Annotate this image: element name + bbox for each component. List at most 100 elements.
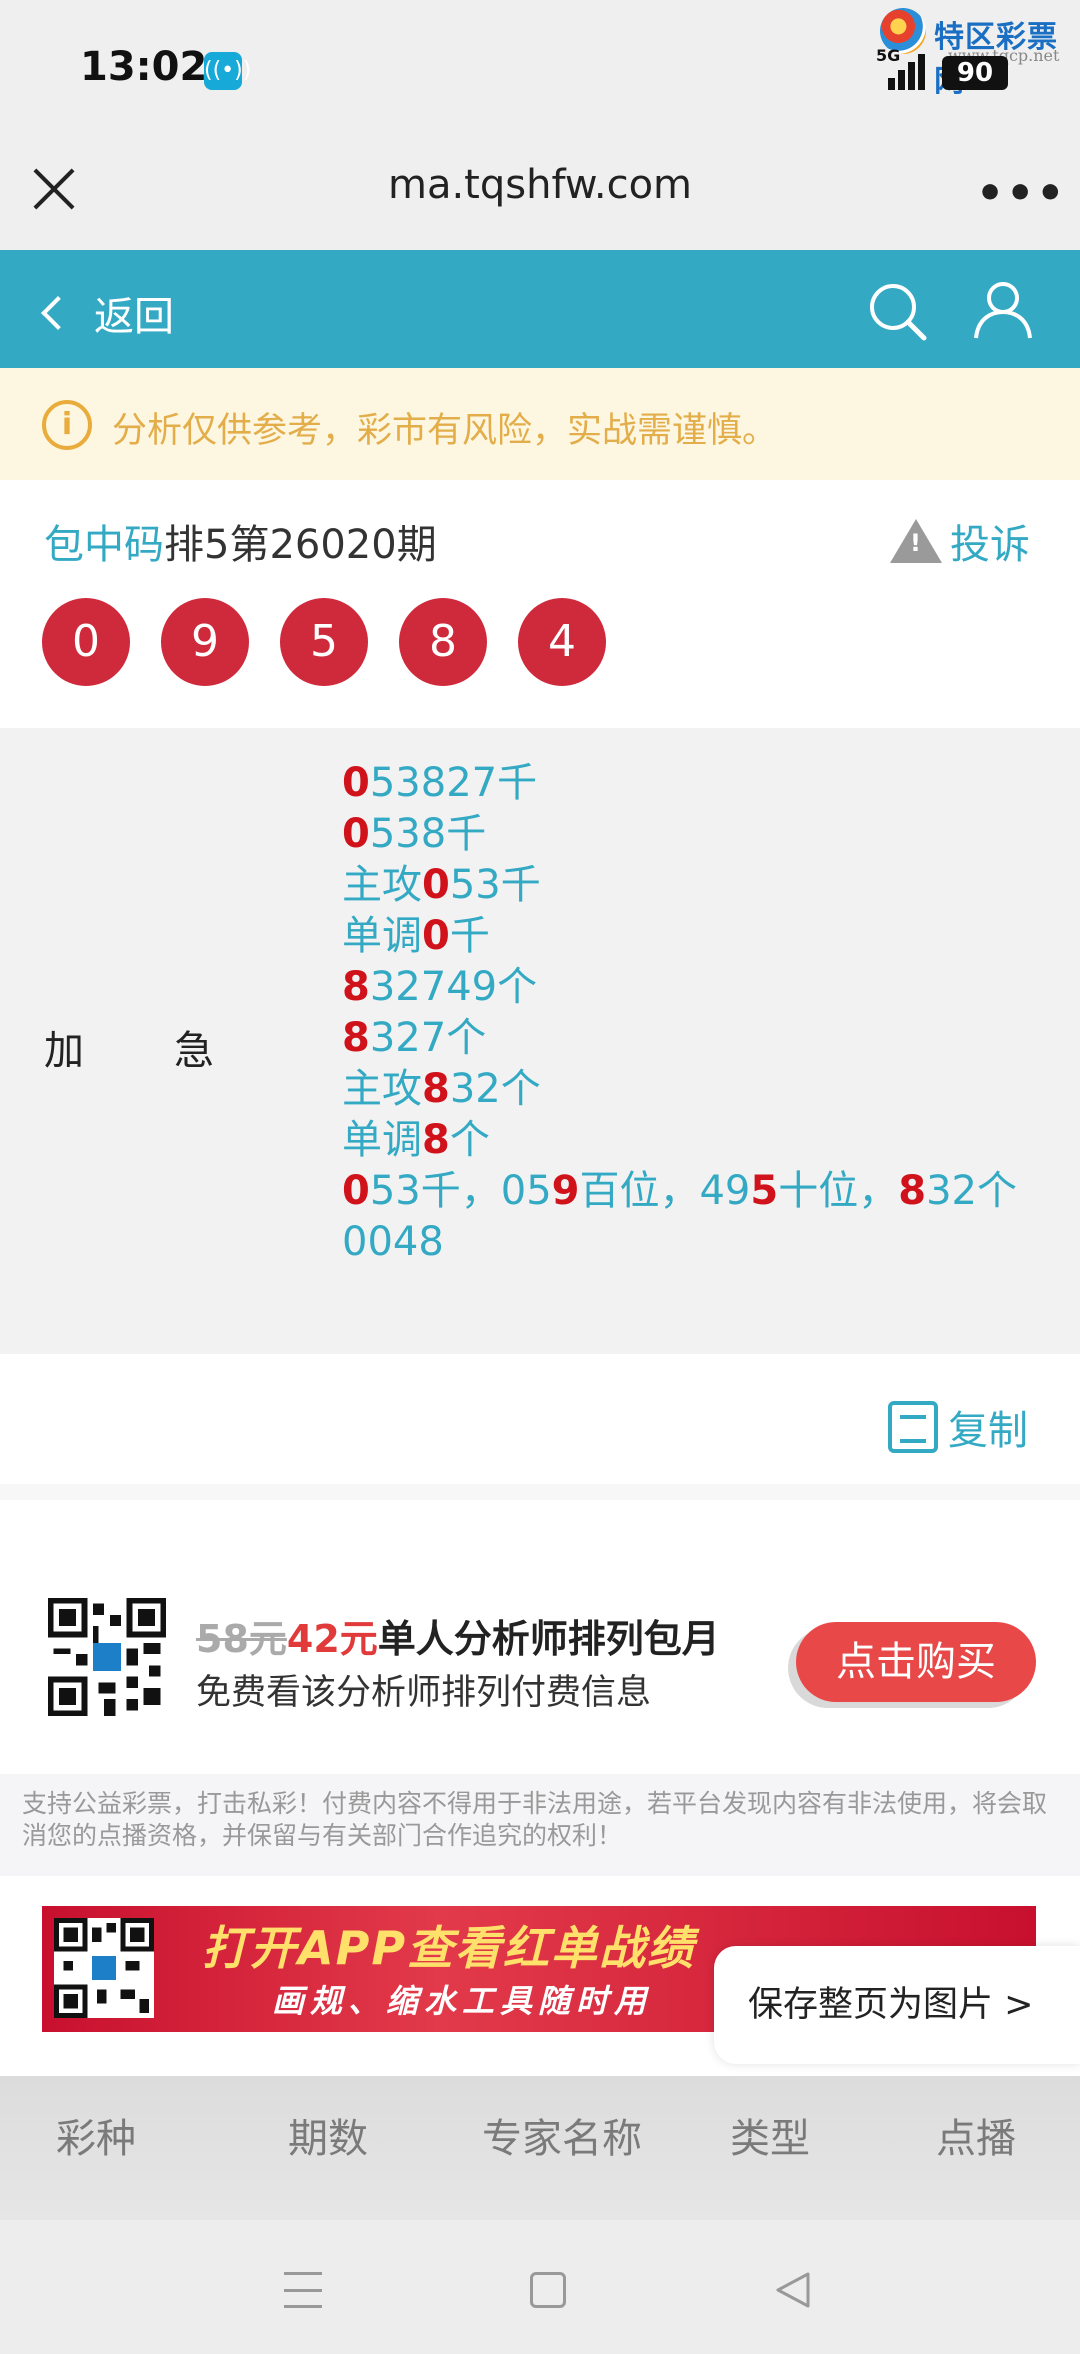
highlight-digit: 9 xyxy=(551,1168,580,1214)
promo-subtitle: 免费看该分析师排列付费信息 xyxy=(196,1673,652,1713)
status-bar: 13:02 ((•)) 特区彩票网 www.tqcp.net 5G 90 xyxy=(0,0,1080,140)
prediction-line: 单调0千 xyxy=(342,911,1022,962)
table-header: 彩种 期数 专家名称 类型 点播 xyxy=(0,2076,1080,2220)
title-issue: 排5第26020期 xyxy=(164,522,437,568)
copy-label: 复制 xyxy=(948,1408,1028,1454)
buy-button[interactable]: 点击购买 xyxy=(796,1622,1036,1702)
number-ball: 0 xyxy=(42,598,130,686)
battery-indicator: 90 xyxy=(942,56,1008,90)
line-text: 单调 xyxy=(342,913,422,959)
more-options-icon[interactable]: ••• xyxy=(976,168,1066,219)
line-text: 538千 xyxy=(369,811,487,857)
line-text: 百位，49 xyxy=(579,1168,751,1214)
highlight-digit: 0 xyxy=(422,862,450,908)
detail-label: 加 xyxy=(44,1028,84,1074)
qr-code-icon xyxy=(54,1918,154,2018)
back-label: 返回 xyxy=(94,294,174,340)
promo-title-text: 单人分析师排列包月 xyxy=(377,1617,720,1661)
info-icon: i xyxy=(42,400,92,450)
banner-headline: 打开APP查看红单战绩 xyxy=(202,1921,696,1975)
save-page-button[interactable]: 保存整页为图片 > xyxy=(714,1946,1080,2064)
page-title: 包中码排5第26020期 xyxy=(44,512,437,570)
line-text: 32个 xyxy=(449,1066,541,1112)
highlight-digit: 0 xyxy=(422,913,450,959)
signal-icon xyxy=(882,50,928,90)
complain-button[interactable]: ! 投诉 xyxy=(890,512,1030,570)
back-triangle-icon[interactable] xyxy=(772,2270,812,2310)
detail-label: 急 xyxy=(174,1028,214,1074)
user-icon[interactable] xyxy=(972,278,1034,340)
prediction-line: 主攻832个 xyxy=(342,1064,1022,1115)
highlight-digit: 8 xyxy=(422,1117,450,1163)
line-text: 53千 xyxy=(449,862,541,908)
disclaimer-text: 支持公益彩票，打击私彩！付费内容不得用于非法用途，若平台发现内容有非法使用，将会… xyxy=(0,1774,1080,1876)
prediction-detail: 加 急 053827千 0538千 主攻053千 单调0千 832749个 8327个 主攻… xyxy=(0,728,1080,1354)
qr-code-icon xyxy=(48,1598,166,1716)
line-text: 个 xyxy=(449,1117,490,1163)
page-url[interactable]: ma.tqshfw.com xyxy=(0,162,1080,208)
copy-icon xyxy=(888,1401,938,1453)
complain-label: 投诉 xyxy=(950,522,1030,568)
title-highlight: 包中码 xyxy=(44,522,164,568)
number-ball: 9 xyxy=(161,598,249,686)
warning-icon: ! xyxy=(890,519,942,563)
back-button[interactable]: 返回 xyxy=(41,284,174,342)
number-ball: 8 xyxy=(399,598,487,686)
highlight-digit: 5 xyxy=(750,1168,779,1214)
prediction-lines: 053827千 0538千 主攻053千 单调0千 832749个 8327个 主攻832个… xyxy=(342,758,1022,1268)
highlight-digit: 0 xyxy=(342,1168,370,1214)
prediction-line: 主攻053千 xyxy=(342,860,1022,911)
highlight-digit: 8 xyxy=(898,1168,927,1214)
column-header: 类型 xyxy=(730,2116,810,2162)
prediction-line: 8327个 xyxy=(342,1013,1022,1064)
status-time: 13:02 xyxy=(80,44,208,90)
number-balls: 0 9 5 8 4 xyxy=(42,598,637,686)
old-price: 58元 xyxy=(196,1617,287,1661)
menu-icon[interactable] xyxy=(284,2272,322,2308)
line-text: 32个 xyxy=(926,1168,1017,1214)
line-text: 53千，05 xyxy=(369,1168,552,1214)
line-text: 主攻 xyxy=(342,862,422,908)
divider xyxy=(0,1484,1080,1500)
line-text: 53827千 xyxy=(369,760,538,806)
column-header: 期数 xyxy=(288,2116,368,2162)
highlight-digit: 0 xyxy=(342,811,370,857)
number-ball: 4 xyxy=(518,598,606,686)
line-text: 千 xyxy=(449,913,490,959)
column-header: 专家名称 xyxy=(482,2116,642,2162)
notice-text: 分析仅供参考，彩市有风险，实战需谨慎。 xyxy=(112,411,778,451)
prediction-line: 0048 xyxy=(342,1217,1022,1268)
system-navigation-bar xyxy=(0,2220,1080,2354)
chevron-left-icon xyxy=(41,296,75,330)
promo-title: 58元42元单人分析师排列包月 xyxy=(196,1608,720,1663)
prediction-line: 832749个 xyxy=(342,962,1022,1013)
highlight-digit: 8 xyxy=(422,1066,450,1112)
highlight-digit: 0 xyxy=(342,760,370,806)
draw-title-section: 包中码排5第26020期 ! 投诉 0 9 5 8 4 xyxy=(0,480,1080,728)
number-ball: 5 xyxy=(280,598,368,686)
site-header: 返回 xyxy=(0,250,1080,368)
new-price: 42元 xyxy=(286,1617,378,1661)
line-text: 327个 xyxy=(369,1015,487,1061)
copy-section: 复制 xyxy=(0,1354,1080,1484)
home-icon[interactable] xyxy=(530,2272,566,2308)
line-text: 32749个 xyxy=(369,964,538,1010)
line-text: 十位， xyxy=(778,1168,899,1214)
highlight-digit: 8 xyxy=(342,1015,370,1061)
banner-subline: 画规、缩水工具随时用 xyxy=(272,1982,653,2020)
line-text: 主攻 xyxy=(342,1066,422,1112)
column-header: 彩种 xyxy=(56,2116,136,2162)
line-text: 单调 xyxy=(342,1117,422,1163)
column-header: 点播 xyxy=(936,2116,1016,2162)
highlight-digit: 8 xyxy=(342,964,370,1010)
risk-notice: i 分析仅供参考，彩市有风险，实战需谨慎。 xyxy=(0,368,1080,480)
app-notification-icon: ((•)) xyxy=(204,52,251,90)
copy-button[interactable]: 复制 xyxy=(888,1398,1028,1456)
browser-address-bar: ma.tqshfw.com ••• xyxy=(0,140,1080,250)
prediction-line: 053千，059百位，495十位，832个 xyxy=(342,1166,1022,1217)
prediction-line: 单调8个 xyxy=(342,1115,1022,1166)
line-text: 0048 xyxy=(342,1219,444,1265)
prediction-line: 0538千 xyxy=(342,809,1022,860)
search-icon[interactable] xyxy=(866,280,928,342)
prediction-line: 053827千 xyxy=(342,758,1022,809)
